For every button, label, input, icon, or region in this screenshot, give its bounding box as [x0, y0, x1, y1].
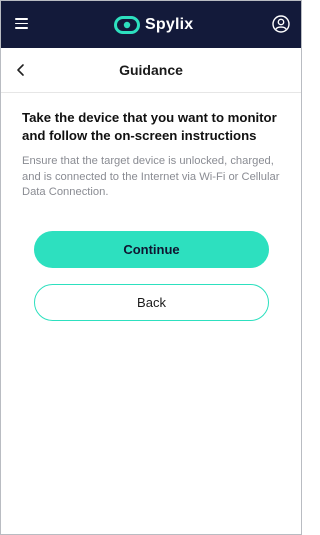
top-app-bar: Spylix	[1, 1, 301, 48]
user-account-icon[interactable]	[272, 15, 290, 33]
continue-button[interactable]: Continue	[34, 231, 269, 268]
app-screen: Spylix Guidance Take the device that you…	[0, 0, 302, 535]
brand-name: Spylix	[145, 16, 194, 33]
page-header: Guidance	[1, 48, 301, 93]
instruction-heading: Take the device that you want to monitor…	[22, 110, 277, 143]
spylix-logo-icon	[114, 16, 140, 34]
back-button[interactable]: Back	[34, 284, 269, 321]
brand-logo[interactable]: Spylix	[114, 14, 193, 36]
hamburger-menu-icon[interactable]	[15, 18, 28, 29]
instruction-description: Ensure that the target device is unlocke…	[22, 155, 280, 198]
page-title: Guidance	[119, 62, 183, 78]
